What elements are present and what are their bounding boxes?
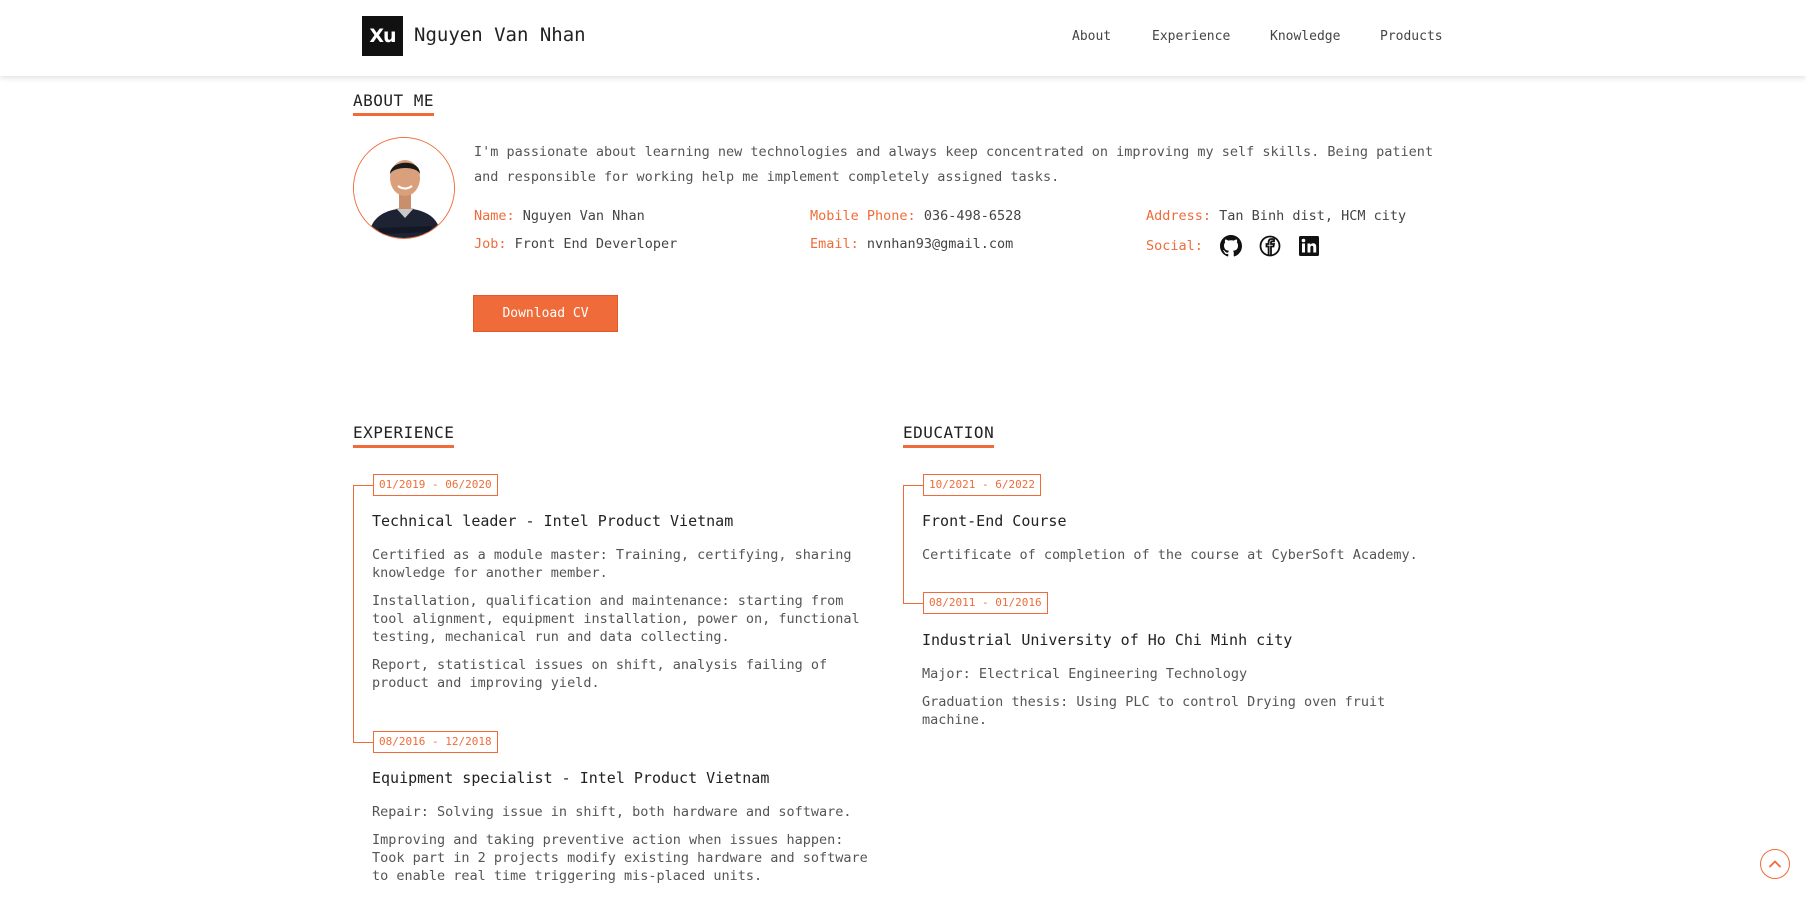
experience-title: EXPERIENCE [353,423,455,448]
experience-detail: Repair: Solving issue in shift, both har… [372,804,852,820]
education-timeline [903,485,904,603]
chevron-up-icon [1769,860,1781,868]
about-description: I'm passionate about learning new techno… [474,144,1434,185]
experience-detail: Report, statistical issues on shift, ana… [372,657,828,691]
github-icon[interactable] [1220,235,1243,257]
education-title-1: Front-End Course [922,512,1067,530]
logo[interactable]: Xu [362,16,403,56]
address-value: Tan Binh dist, HCM city [1219,208,1407,224]
name-label: Name: [474,208,515,224]
job-value: Front End Deverloper [514,236,678,252]
nav-knowledge[interactable]: Knowledge [1270,29,1340,44]
experience-title-1: Technical leader - Intel Product Vietnam [372,512,734,530]
site-header: Xu Nguyen Van Nhan About Experience Know… [0,0,1806,76]
facebook-icon[interactable] [1259,235,1281,257]
experience-detail: Installation, qualification and maintena… [372,593,860,645]
education-detail: Certificate of completion of the course … [922,547,1418,563]
nav-about[interactable]: About [1072,29,1111,44]
info-email: Email: nvnhan93@gmail.com [810,236,1013,252]
education-detail: Graduation thesis: Using PLC to control … [922,694,1386,728]
education-title: EDUCATION [903,423,995,448]
linkedin-icon[interactable] [1298,235,1320,257]
avatar [353,137,455,239]
date-badge: 08/2011 - 01/2016 [923,592,1048,614]
date-badge: 10/2021 - 6/2022 [923,474,1041,496]
timeline-connector [903,603,923,604]
experience-detail: Certified as a module master: Training, … [372,547,852,581]
info-social: Social: [1146,235,1320,257]
info-address: Address: Tan Binh dist, HCM city [1146,208,1406,224]
email-label: Email: [810,236,859,252]
info-name: Name: Nguyen Van Nhan [474,208,645,224]
address-label: Address: [1146,208,1212,224]
job-label: Job: [474,236,507,252]
timeline-connector [353,742,373,743]
education-detail: Major: Electrical Engineering Technology [922,666,1248,682]
social-label: Social: [1146,238,1203,254]
download-cv-button[interactable]: Download CV [473,295,618,332]
date-badge: 08/2016 - 12/2018 [373,731,498,753]
experience-timeline [353,485,354,742]
experience-title-2: Equipment specialist - Intel Product Vie… [372,769,770,787]
date-badge: 01/2019 - 06/2020 [373,474,498,496]
timeline-connector [903,485,923,486]
info-phone: Mobile Phone: 036-498-6528 [810,208,1021,224]
nav-experience[interactable]: Experience [1152,29,1230,44]
phone-label: Mobile Phone: [810,208,916,224]
scroll-to-top-button[interactable] [1760,849,1790,879]
education-title-2: Industrial University of Ho Chi Minh cit… [922,631,1293,649]
about-title: ABOUT ME [353,91,435,116]
email-value[interactable]: nvnhan93@gmail.com [867,236,1013,252]
phone-value: 036-498-6528 [923,208,1022,224]
name-value: Nguyen Van Nhan [522,208,645,224]
experience-detail: Improving and taking preventive action w… [372,832,868,884]
info-job: Job: Front End Deverloper [474,236,677,252]
nav-products[interactable]: Products [1380,29,1443,44]
site-name[interactable]: Nguyen Van Nhan [414,24,586,46]
timeline-connector [353,485,373,486]
